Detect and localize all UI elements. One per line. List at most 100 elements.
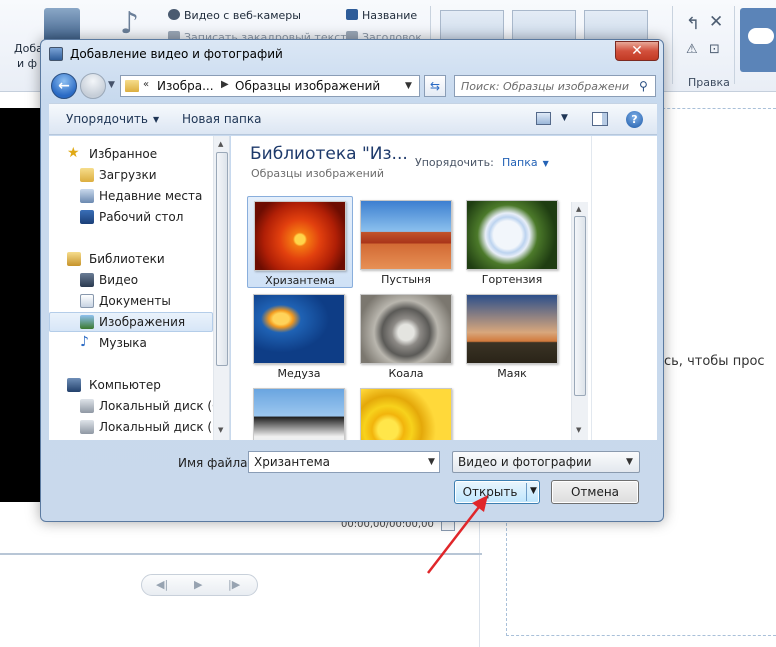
previous-frame-button[interactable]: ◀| xyxy=(156,578,168,591)
command-toolbar: Упорядочить ▼ Новая папка ▼ ? xyxy=(49,103,657,135)
nav-documents[interactable]: Документы xyxy=(49,291,215,311)
file-name-dropdown-icon[interactable]: ▼ xyxy=(428,457,435,467)
downloads-folder-icon xyxy=(80,168,94,182)
nav-computer[interactable]: Компьютер xyxy=(49,375,215,395)
thumbnail-item[interactable] xyxy=(354,384,460,440)
thumbnail-label: Хризантема xyxy=(265,274,335,287)
rotate-icon[interactable]: ↰ xyxy=(686,14,700,34)
nav-recent-places[interactable]: Недавние места xyxy=(49,186,215,206)
help-icon[interactable]: ? xyxy=(626,111,643,128)
computer-icon xyxy=(67,378,81,392)
nav-disk-d[interactable]: Локальный диск (D:) xyxy=(49,417,229,437)
scroll-down-icon[interactable]: ▼ xyxy=(576,426,581,434)
chevron-down-icon: ▼ xyxy=(542,159,549,168)
desert-image xyxy=(360,200,452,270)
file-type-select[interactable]: Видео и фотографии ▼ xyxy=(452,451,640,473)
music-library-icon: ♪ xyxy=(80,334,89,350)
file-name-input[interactable] xyxy=(249,452,421,472)
search-box: ⚲ xyxy=(454,75,656,97)
preview-pane-icon[interactable] xyxy=(592,112,608,126)
thumbnail-item[interactable]: Медуза xyxy=(247,290,353,382)
breadcrumb-pictures[interactable]: Изобра... xyxy=(157,79,214,93)
navigation-scrollbar[interactable]: ▲ ▼ xyxy=(213,136,229,440)
nav-libraries[interactable]: Библиотеки xyxy=(49,249,215,269)
webcam-icon xyxy=(168,9,180,20)
search-input[interactable] xyxy=(455,76,635,96)
nav-pictures[interactable]: Изображения xyxy=(49,312,213,332)
thumbnail-item[interactable]: Пустыня xyxy=(354,196,460,288)
thumbnail-item[interactable]: Маяк xyxy=(460,290,566,382)
dialog-titlebar[interactable]: Добавление видео и фотографий ✕ xyxy=(41,40,663,70)
file-list-area: Библиотека "Из... Образцы изображений Уп… xyxy=(231,136,657,440)
music-note-icon[interactable]: ♪ xyxy=(120,6,139,42)
ribbon-separator xyxy=(672,6,673,84)
folder-icon xyxy=(125,80,139,92)
add-media-label: Доба xyxy=(14,42,43,55)
add-media-icon[interactable] xyxy=(44,8,80,42)
thumbnail-item[interactable]: Коала xyxy=(354,290,460,382)
cloud-share-icon[interactable] xyxy=(740,8,776,72)
trim-icon[interactable]: ⚠ xyxy=(686,42,698,57)
back-button[interactable]: ← xyxy=(51,73,77,99)
open-button[interactable]: Открыть ▼ xyxy=(454,480,540,504)
star-icon: ★ xyxy=(67,145,80,161)
new-folder-button[interactable]: Новая папка xyxy=(182,112,261,126)
address-bar[interactable]: « Изобра... ▶ Образцы изображений ▼ xyxy=(120,75,420,97)
open-button-label: Открыть xyxy=(462,485,518,499)
change-view-icon[interactable] xyxy=(536,112,551,125)
breadcrumb-sample-pictures[interactable]: Образцы изображений xyxy=(235,79,380,93)
nav-favorites[interactable]: ★ Избранное xyxy=(49,144,215,164)
scrollbar-thumb[interactable] xyxy=(216,152,228,366)
thumbnail-item[interactable]: Хризантема xyxy=(247,196,353,288)
scroll-down-icon[interactable]: ▼ xyxy=(218,426,223,434)
select-all-icon[interactable]: ⊡ xyxy=(709,42,720,57)
forward-button[interactable] xyxy=(80,73,106,99)
movie-maker-icon xyxy=(49,47,63,61)
video-library-icon xyxy=(80,273,94,287)
thumbnail-item[interactable] xyxy=(247,384,353,440)
nav-desktop[interactable]: Рабочий стол xyxy=(49,207,215,227)
dialog-title: Добавление видео и фотографий xyxy=(70,47,283,61)
scrollbar-thumb[interactable] xyxy=(574,216,586,396)
play-button[interactable]: ▶ xyxy=(194,578,202,591)
hard-disk-icon xyxy=(80,420,94,434)
webcam-video-button[interactable]: Видео с веб-камеры xyxy=(168,9,301,22)
open-options-dropdown-icon[interactable]: ▼ xyxy=(530,486,537,496)
thumbnail-item[interactable]: Гортензия xyxy=(460,196,566,288)
title-button[interactable]: Название xyxy=(346,9,417,22)
delete-icon[interactable]: ✕ xyxy=(709,12,723,32)
storyboard-hint: есь, чтобы прос xyxy=(656,354,765,369)
search-icon[interactable]: ⚲ xyxy=(639,79,648,93)
next-frame-button[interactable]: |▶ xyxy=(228,578,240,591)
close-button[interactable]: ✕ xyxy=(615,41,659,61)
hydrangeas-image xyxy=(466,200,558,270)
nav-music[interactable]: ♪ Музыка xyxy=(49,333,215,353)
tulips-image xyxy=(360,388,452,440)
seek-bar[interactable] xyxy=(0,553,482,555)
split-divider xyxy=(526,483,527,501)
hard-disk-icon xyxy=(80,399,94,413)
scroll-up-icon[interactable]: ▲ xyxy=(218,140,223,148)
playback-controls: ◀| ▶ |▶ xyxy=(141,574,258,596)
add-media-dialog: Добавление видео и фотографий ✕ ← ▼ « Из… xyxy=(40,39,664,522)
library-title: Библиотека "Из... xyxy=(250,144,408,164)
arrange-by-dropdown[interactable]: Папка ▼ xyxy=(502,156,549,169)
nav-video[interactable]: Видео xyxy=(49,270,215,290)
recent-pages-dropdown[interactable]: ▼ xyxy=(108,80,115,90)
scroll-up-icon[interactable]: ▲ xyxy=(576,205,581,213)
chrysanthemum-image xyxy=(254,201,346,271)
file-name-field: ▼ xyxy=(248,451,440,473)
chevron-down-icon: ▼ xyxy=(152,115,160,124)
view-options-dropdown[interactable]: ▼ xyxy=(561,113,568,123)
refresh-button[interactable]: ⇆ xyxy=(424,75,446,97)
organize-button[interactable]: Упорядочить ▼ xyxy=(66,112,159,126)
breadcrumb-separator-icon[interactable]: ▶ xyxy=(221,79,229,90)
address-dropdown-icon[interactable]: ▼ xyxy=(405,81,412,91)
nav-disk-c[interactable]: Локальный диск (C:) xyxy=(49,396,229,416)
nav-downloads[interactable]: Загрузки xyxy=(49,165,215,185)
cancel-button[interactable]: Отмена xyxy=(551,480,639,504)
thumbnail-label: Пустыня xyxy=(381,273,431,286)
add-media-label-2: и ф xyxy=(17,57,38,70)
breadcrumb-overflow[interactable]: « xyxy=(143,79,149,90)
file-list-scrollbar[interactable]: ▲ ▼ xyxy=(571,202,588,440)
